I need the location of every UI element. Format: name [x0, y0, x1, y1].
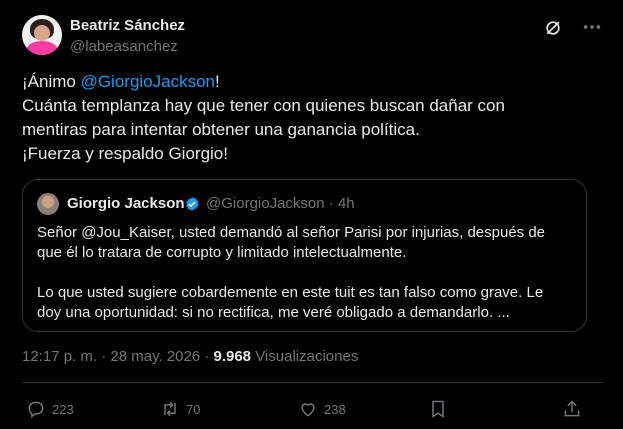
- action-bar: 223 70 238: [22, 398, 587, 422]
- divider: [22, 382, 603, 383]
- quoted-paragraph: Señor @Jou_Kaiser, usted demandó al seño…: [37, 224, 546, 261]
- quoted-header: Giorgio Jackson @GiorgioJackson · 4h: [37, 192, 572, 216]
- more-icon[interactable]: [581, 16, 603, 38]
- tweet-text: ¡Ánimo @GiorgioJackson! Cuánta templanza…: [22, 70, 602, 166]
- views-count: 9.968: [213, 348, 252, 365]
- text-line: ¡Fuerza y respaldo Giorgio!: [22, 144, 228, 163]
- views-label: Visualizaciones: [251, 348, 359, 365]
- avatar[interactable]: [22, 15, 62, 55]
- quoted-tweet[interactable]: Giorgio Jackson @GiorgioJackson · 4h Señ…: [22, 179, 587, 332]
- quoted-handle-time[interactable]: @GiorgioJackson · 4h: [206, 195, 355, 212]
- tweet-meta: 12:17 p. m. · 28 may. 2026 · 9.968 Visua…: [22, 348, 358, 365]
- quoted-author-name[interactable]: Giorgio Jackson: [67, 195, 185, 212]
- author-handle[interactable]: @labeasanchez: [70, 38, 178, 55]
- tweet: Beatriz Sánchez @labeasanchez ¡Ánimo @Gi…: [0, 0, 623, 429]
- quoted-text: Señor @Jou_Kaiser, usted demandó al seño…: [37, 223, 567, 343]
- bookmark-icon: [432, 400, 444, 418]
- bookmark-button[interactable]: [428, 398, 454, 420]
- like-icon: [301, 403, 315, 417]
- quoted-avatar[interactable]: [37, 193, 59, 215]
- mention-link[interactable]: @GiorgioJackson: [81, 72, 215, 91]
- share-button[interactable]: [562, 398, 588, 420]
- like-button[interactable]: 238: [298, 398, 346, 420]
- reply-button[interactable]: 223: [26, 398, 74, 420]
- author-name[interactable]: Beatriz Sánchez: [70, 17, 185, 34]
- reply-count: 223: [52, 401, 74, 417]
- reply-icon: [28, 401, 44, 418]
- timestamp[interactable]: 12:17 p. m. · 28 may. 2026 ·: [22, 348, 213, 365]
- grok-icon[interactable]: [543, 18, 563, 38]
- verified-badge-icon: [186, 197, 199, 211]
- text-line: Cuánta templanza hay que tener con quien…: [22, 96, 505, 115]
- repost-icon: [164, 401, 176, 417]
- like-count: 238: [324, 401, 346, 417]
- text-segment: !: [215, 72, 220, 91]
- tweet-header: Beatriz Sánchez @labeasanchez: [20, 12, 603, 60]
- text-segment: ¡Ánimo: [22, 72, 81, 91]
- share-icon: [564, 400, 580, 417]
- quoted-paragraph: Lo que usted sugiere cobardemente en est…: [37, 284, 544, 321]
- repost-button[interactable]: 70: [160, 398, 200, 420]
- text-line: mentiras para intentar obtener una ganan…: [22, 120, 420, 139]
- repost-count: 70: [186, 401, 201, 417]
